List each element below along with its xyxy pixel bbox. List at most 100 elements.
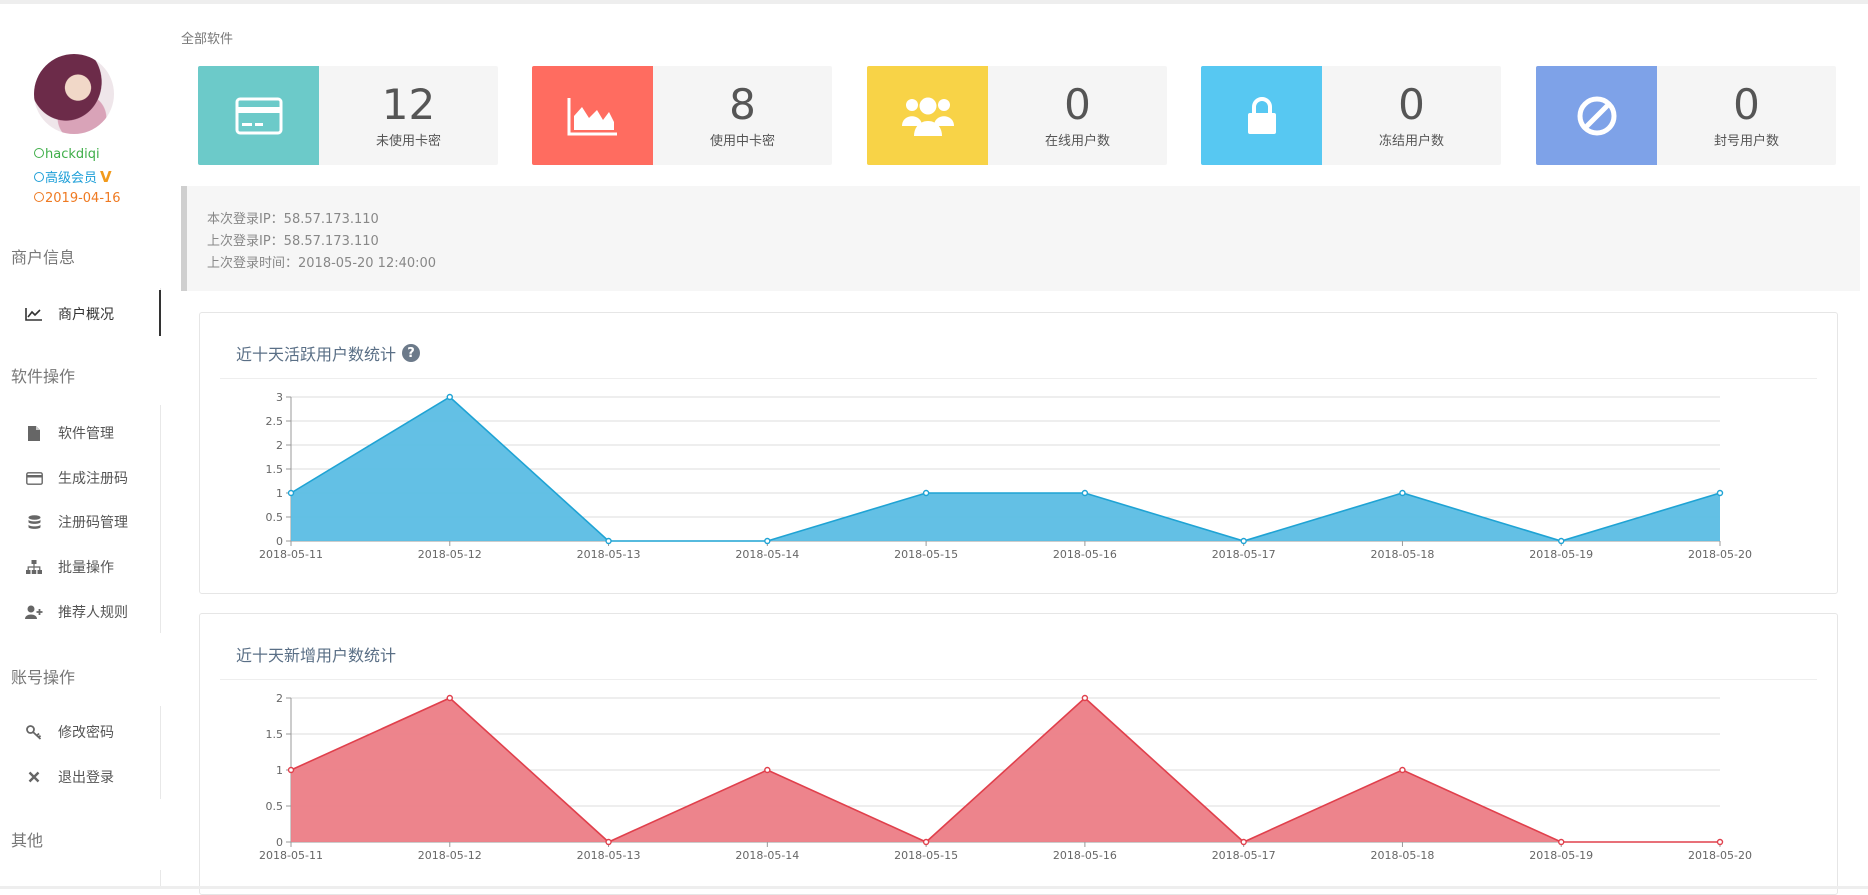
x-tick-label: 2018-05-17 [1212,548,1276,561]
data-point [1240,838,1247,846]
stat-card-used-cards: 8 使用中卡密 [532,66,832,165]
x-tick-label: 2018-05-18 [1370,548,1434,561]
last-login-time: 上次登录时间：2018-05-20 12:40:00 [207,256,437,271]
key-icon [24,724,44,740]
credit-card-icon [24,470,44,486]
file-icon [24,425,44,441]
x-tick-label: 2018-05-20 [1688,849,1752,862]
x-tick-label: 2018-05-12 [418,849,482,862]
username: hackdiqi [34,144,100,166]
data-point [605,537,612,545]
data-point [1081,694,1089,702]
lock-icon [1247,96,1276,134]
y-tick-label: 0 [276,836,283,849]
active-indicator [159,290,161,336]
sidebar-item-label: 商户概况 [58,307,114,323]
member-level: 高级会员 V [34,166,112,190]
x-tick-label: 2018-05-14 [735,548,799,561]
stat-label: 封号用户数 [1713,134,1779,149]
breadcrumb[interactable]: 全部软件 [181,28,233,47]
sidebar-item-change-password[interactable]: 修改密码 [24,722,114,742]
x-tick-label: 2018-05-20 [1688,548,1752,561]
sidebar-item-software-manage[interactable]: 软件管理 [24,423,114,443]
section-title-merchant: 商户信息 [11,248,76,267]
username-text: hackdiqi [45,147,100,162]
data-point [605,838,612,846]
sidebar-item-code-manage[interactable]: 注册码管理 [24,512,128,532]
y-tick-label: 0.5 [266,800,284,813]
section-title-account: 账号操作 [11,668,76,687]
section-title-software: 软件操作 [11,367,76,386]
sidebar-item-label: 退出登录 [58,770,114,786]
line-chart-icon [24,306,44,322]
sidebar-item-generate-code[interactable]: 生成注册码 [24,468,128,488]
x-tick-label: 2018-05-16 [1053,849,1117,862]
avatar[interactable] [34,54,114,134]
stat-icon-box [1536,66,1657,165]
stat-card-unused-cards: 12 未使用卡密 [198,66,498,165]
credit-card-icon [235,97,282,134]
data-point [1558,838,1565,846]
stat-label: 在线用户数 [1044,134,1110,149]
data-point [922,489,930,497]
sidebar-item-label: 生成注册码 [58,471,128,487]
data-point [1240,537,1247,545]
data-point [764,537,771,545]
y-tick-label: 1 [276,764,283,777]
data-point [1716,489,1724,497]
stat-icon-box [1201,66,1322,165]
stat-label: 未使用卡密 [375,134,441,149]
y-tick-label: 3 [276,391,283,404]
users-icon [901,97,954,136]
data-point [446,694,453,702]
stat-value: 8 [729,80,756,129]
member-level-text: 高级会员 [45,171,98,186]
sidebar-item-label: 修改密码 [58,725,114,741]
x-tick-label: 2018-05-19 [1529,849,1593,862]
sitemap-icon [24,559,44,575]
data-point [1399,489,1406,497]
x-tick-label: 2018-05-17 [1212,849,1276,862]
y-tick-label: 0 [276,535,283,548]
y-tick-label: 1 [276,487,283,500]
close-icon [24,769,44,785]
database-icon [24,514,44,530]
section-title-other: 其他 [11,831,44,850]
stat-value: 0 [1064,80,1091,129]
sidebar-item-referrer-rule[interactable]: 推荐人规则 [24,602,128,622]
x-tick-label: 2018-05-13 [577,849,641,862]
stat-icon-box [867,66,988,165]
y-tick-label: 2 [276,439,283,452]
stat-label: 使用中卡密 [709,134,775,149]
expire-date-text: 2019-04-16 [45,191,121,206]
top-border [0,0,1868,4]
sidebar-item-batch[interactable]: 批量操作 [24,557,114,577]
x-tick-label: 2018-05-15 [894,548,958,561]
data-point [764,766,771,774]
data-point [287,766,295,774]
login-info-box: 本次登录IP：58.57.173.110 上次登录IP：58.57.173.11… [181,186,1860,291]
sidebar-item-label: 注册码管理 [58,515,128,531]
data-point [1558,537,1565,545]
data-point [1081,489,1089,497]
new-users-panel: 近十天新增用户数统计 0 0.5 1 1.5 2 2018-05-11 2018-05-12… [199,613,1838,895]
stat-value: 12 [381,80,436,129]
stat-label: 冻结用户数 [1378,134,1444,149]
stat-value: 0 [1733,80,1760,129]
data-point [446,393,453,401]
sidebar-item-label: 批量操作 [58,560,114,576]
x-tick-label: 2018-05-14 [735,849,799,862]
x-tick-label: 2018-05-19 [1529,548,1593,561]
y-tick-label: 0.5 [266,511,284,524]
stat-icon-box [532,66,653,165]
area-chart-icon [567,97,617,135]
stat-card-banned-users: 0 封号用户数 [1536,66,1836,165]
sidebar-item-overview[interactable]: 商户概况 [24,304,114,324]
circle-icon [34,148,44,158]
sidebar: hackdiqi 高级会员 V 2019-04-16 商户信息 商户概况 软件操作… [0,0,162,889]
divider [160,405,161,633]
y-tick-label: 2 [276,692,283,705]
new-users-chart: 0 0.5 1 1.5 2 2018-05-11 2018-05-12 2018-05-13 2… [259,692,1752,862]
sidebar-item-label: 推荐人规则 [58,605,128,621]
sidebar-item-logout[interactable]: 退出登录 [24,767,114,787]
